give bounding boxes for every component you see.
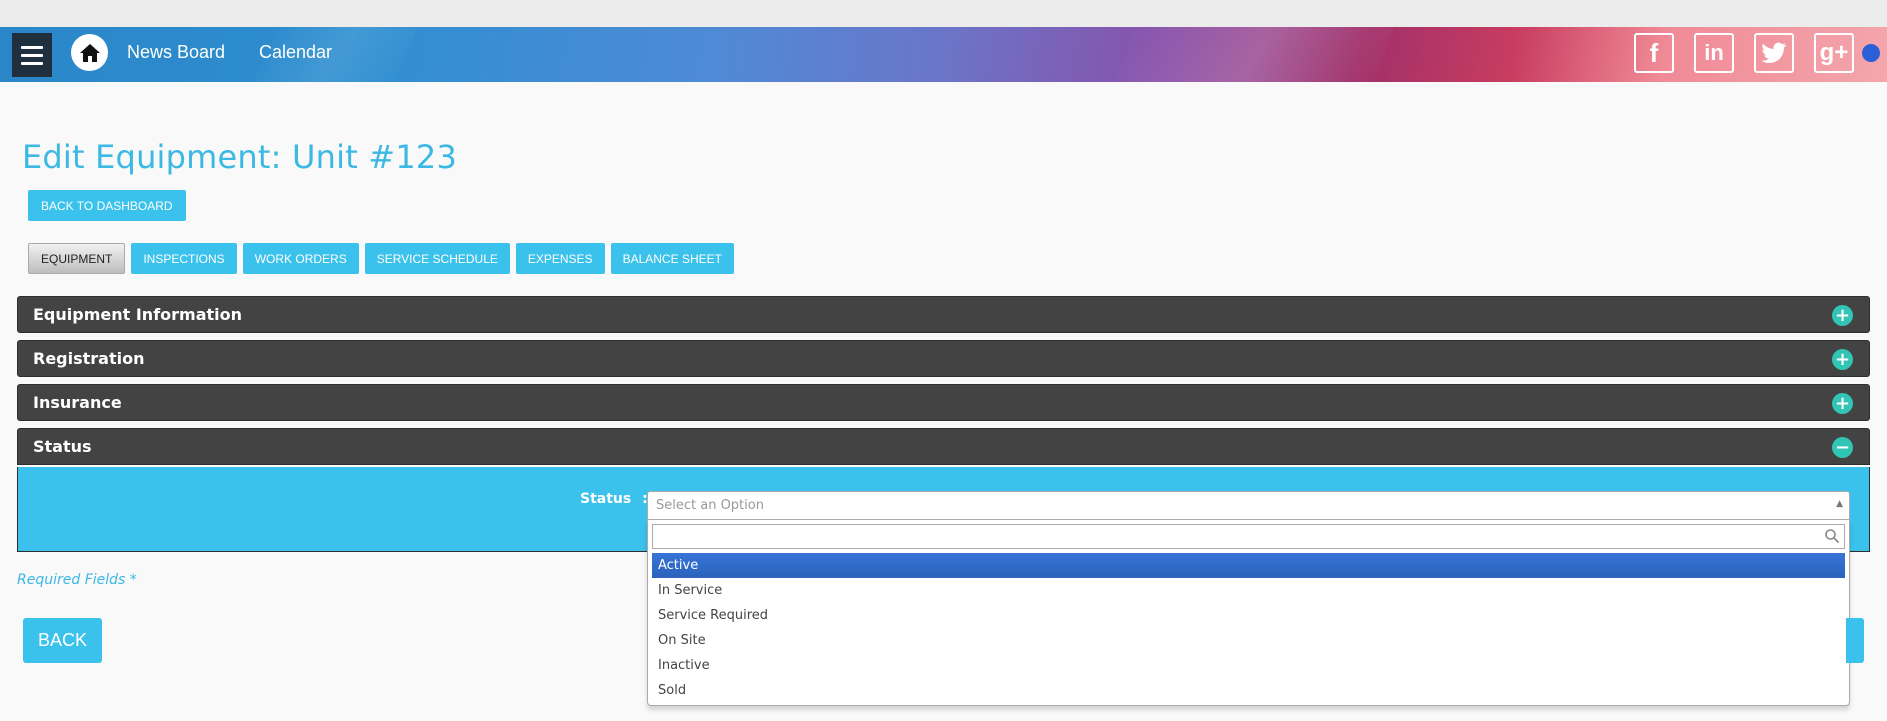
- dropdown-search: [652, 524, 1845, 549]
- status-select[interactable]: Select an Option ▲: [647, 491, 1850, 520]
- hamburger-bar: [21, 45, 43, 49]
- hamburger-bar: [21, 61, 43, 65]
- panel-title: Insurance: [33, 393, 122, 412]
- panel-equipment-information[interactable]: Equipment Information +: [17, 296, 1870, 333]
- status-option-inactive[interactable]: Inactive: [652, 653, 1845, 678]
- tab-equipment[interactable]: EQUIPMENT: [28, 243, 126, 274]
- facebook-icon[interactable]: f: [1634, 33, 1674, 73]
- status-field-label: Status :: [580, 491, 648, 507]
- tab-service-schedule[interactable]: SERVICE SCHEDULE: [364, 243, 510, 274]
- expand-plus-icon[interactable]: +: [1832, 393, 1853, 414]
- back-to-dashboard-button[interactable]: BACK TO DASHBOARD: [28, 190, 186, 221]
- expand-plus-icon[interactable]: +: [1832, 349, 1853, 370]
- status-options-list: Active In Service Service Required On Si…: [652, 553, 1845, 703]
- tab-work-orders[interactable]: WORK ORDERS: [242, 243, 359, 274]
- hamburger-bar: [21, 53, 43, 57]
- panel-registration[interactable]: Registration +: [17, 340, 1870, 377]
- google-plus-icon[interactable]: g+: [1814, 33, 1854, 73]
- google-plus-glyph: g+: [1819, 39, 1849, 66]
- top-navbar: News Board Calendar f in g+: [0, 27, 1887, 82]
- status-dropdown: Active In Service Service Required On Si…: [647, 520, 1850, 706]
- tab-expenses[interactable]: EXPENSES: [515, 243, 605, 274]
- twitter-icon[interactable]: [1754, 33, 1794, 73]
- dropdown-search-input[interactable]: [653, 525, 1813, 548]
- search-icon: [1825, 529, 1840, 544]
- equipment-tabs: EQUIPMENT INSPECTIONS WORK ORDERS SERVIC…: [28, 243, 734, 274]
- menu-button[interactable]: [12, 33, 52, 77]
- notification-dot: [1862, 44, 1880, 62]
- twitter-bird-icon: [1761, 42, 1787, 63]
- facebook-glyph: f: [1649, 37, 1659, 68]
- linkedin-glyph: in: [1704, 40, 1724, 65]
- save-button[interactable]: [1846, 618, 1864, 663]
- expand-plus-icon[interactable]: +: [1832, 305, 1853, 326]
- required-fields-note: Required Fields *: [17, 572, 137, 588]
- panel-title: Registration: [33, 349, 145, 368]
- panel-title: Equipment Information: [33, 305, 243, 324]
- tab-balance-sheet[interactable]: BALANCE SHEET: [610, 243, 734, 274]
- status-option-on-site[interactable]: On Site: [652, 628, 1845, 653]
- browser-top-strip: [0, 0, 1887, 27]
- panel-status[interactable]: Status −: [17, 428, 1870, 465]
- status-option-service-required[interactable]: Service Required: [652, 603, 1845, 628]
- status-option-sold[interactable]: Sold: [652, 678, 1845, 703]
- status-option-active[interactable]: Active: [652, 553, 1845, 578]
- panel-title: Status: [33, 437, 92, 456]
- chevron-up-icon: ▲: [1836, 499, 1843, 509]
- status-label-text: Status: [580, 491, 632, 507]
- nav-link-news-board[interactable]: News Board: [127, 42, 225, 63]
- home-icon: [79, 43, 100, 62]
- select-placeholder: Select an Option: [656, 498, 764, 513]
- linkedin-icon[interactable]: in: [1694, 33, 1734, 73]
- collapse-minus-icon[interactable]: −: [1832, 437, 1853, 458]
- tab-inspections[interactable]: INSPECTIONS: [131, 243, 237, 274]
- page-title: Edit Equipment: Unit #123: [22, 138, 457, 176]
- back-button[interactable]: BACK: [23, 618, 102, 663]
- home-button[interactable]: [71, 34, 108, 71]
- navbar-decoration: [1098, 27, 1402, 82]
- panel-insurance[interactable]: Insurance +: [17, 384, 1870, 421]
- nav-link-calendar[interactable]: Calendar: [259, 42, 332, 63]
- status-option-in-service[interactable]: In Service: [652, 578, 1845, 603]
